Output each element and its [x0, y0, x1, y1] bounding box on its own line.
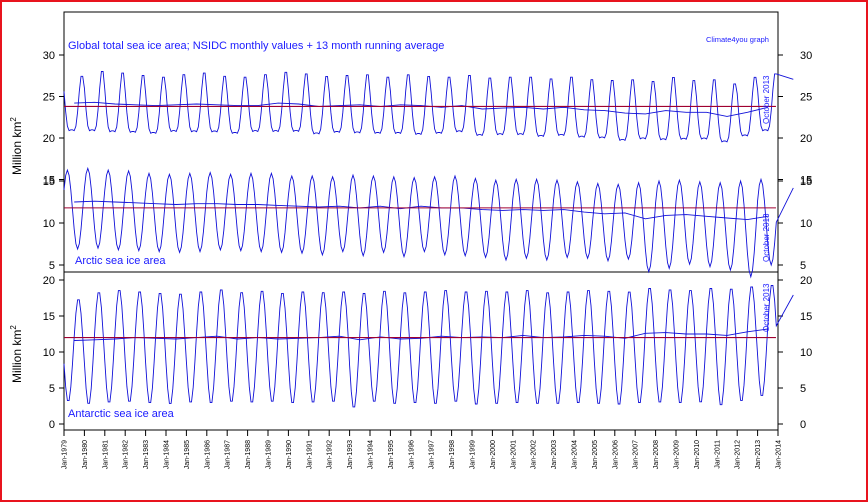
global-ytick-label-right: 25: [800, 92, 812, 104]
lower-y-axis-title: Million km2: [9, 325, 24, 383]
x-tick-label: Jan-1983: [143, 440, 150, 469]
x-tick-label: Jan-2006: [612, 440, 619, 469]
x-tick-label: Jan-1985: [184, 440, 191, 469]
arctic-ytick-label-right: 10: [800, 218, 812, 230]
x-tick-label: Jan-2001: [510, 440, 517, 469]
x-tick-label: Jan-2009: [674, 440, 681, 469]
arctic-ytick-label-right: 5: [800, 260, 806, 272]
x-tick-label: Jan-2002: [531, 440, 538, 469]
x-tick-label: Jan-1996: [408, 440, 415, 469]
x-tick-label: Jan-1987: [225, 440, 232, 469]
sea-ice-chart: 15 1520 2025 2530 305 510 1015 150 05 510 1015 1520…: [9, 11, 812, 469]
global-ytick-label-left: 30: [43, 50, 55, 62]
x-tick-label: Jan-1992: [327, 440, 334, 469]
x-tick-label: Jan-1997: [429, 440, 436, 469]
antarctic-label: Antarctic sea ice area: [68, 408, 175, 420]
x-tick-label: Jan-2007: [633, 440, 640, 469]
global-ytick-label-left: 25: [43, 92, 55, 104]
x-tick-label: Jan-2000: [490, 440, 497, 469]
x-tick-label: Jan-1981: [102, 440, 109, 469]
x-tick-label: Jan-1991: [306, 440, 313, 469]
x-tick-label: Jan-1986: [204, 440, 211, 469]
arctic-ytick-label-left: 5: [49, 260, 55, 272]
global-ytick-label-right: 30: [800, 50, 812, 62]
global-side-note: October 2013: [762, 75, 771, 124]
arctic-ytick-label-right: 15: [800, 176, 812, 188]
x-tick-label: Jan-1979: [62, 440, 69, 469]
antarctic-ytick-label-left: 0: [49, 419, 55, 431]
global-ytick-label-right: 20: [800, 133, 812, 145]
arctic-ytick-label-left: 15: [43, 176, 55, 188]
antarctic-ytick-label-left: 10: [43, 347, 55, 359]
x-tick-label: Jan-2008: [653, 440, 660, 469]
x-tick-label: Jan-2003: [551, 440, 558, 469]
x-tick-label: Jan-1982: [123, 440, 130, 469]
x-tick-label: Jan-2012: [735, 440, 742, 469]
antarctic-side-note: October 2013: [762, 283, 771, 332]
arctic-ytick-label-left: 10: [43, 218, 55, 230]
x-tick-label: Jan-1998: [449, 440, 456, 469]
upper-y-axis-title: Million km2: [9, 117, 24, 175]
x-tick-label: Jan-2013: [755, 440, 762, 469]
antarctic-ytick-label-left: 5: [49, 383, 55, 395]
x-tick-label: Jan-1980: [82, 440, 89, 469]
x-tick-label: Jan-2005: [592, 440, 599, 469]
global-ytick-label-left: 20: [43, 133, 55, 145]
x-tick-label: Jan-1984: [164, 440, 171, 469]
chart-title: Global total sea ice area; NSIDC monthly…: [68, 40, 444, 52]
x-tick-label: Jan-2014: [776, 440, 783, 469]
antarctic-ytick-label-right: 0: [800, 419, 806, 431]
global-running-average: [74, 101, 768, 117]
antarctic-ytick-label-right: 10: [800, 347, 812, 359]
x-tick-label: Jan-1989: [266, 440, 273, 469]
arctic-side-note: October 2013: [762, 213, 771, 262]
antarctic-ytick-label-left: 20: [43, 275, 55, 287]
x-tick-label: Jan-1999: [470, 440, 477, 469]
x-tick-label: Jan-1990: [286, 440, 293, 469]
arctic-label: Arctic sea ice area: [75, 255, 166, 267]
arctic-monthly-series: [63, 166, 794, 279]
x-tick-label: Jan-1993: [347, 440, 354, 469]
x-tick-label: Jan-2004: [572, 440, 579, 469]
lower-plot-frame: [63, 271, 779, 431]
x-tick-label: Jan-1994: [368, 440, 375, 469]
antarctic-ytick-label-right: 5: [800, 383, 806, 395]
x-tick-label: Jan-2011: [714, 440, 721, 469]
x-tick-label: Jan-1995: [388, 440, 395, 469]
antarctic-ytick-label-left: 15: [43, 311, 55, 323]
antarctic-monthly-series: [63, 285, 794, 408]
x-tick-label: Jan-1988: [245, 440, 252, 469]
chart-credit: Climate4you graph: [706, 35, 769, 44]
x-tick-label: Jan-2010: [694, 440, 701, 469]
antarctic-ytick-label-right: 15: [800, 311, 812, 323]
antarctic-ytick-label-right: 20: [800, 275, 812, 287]
